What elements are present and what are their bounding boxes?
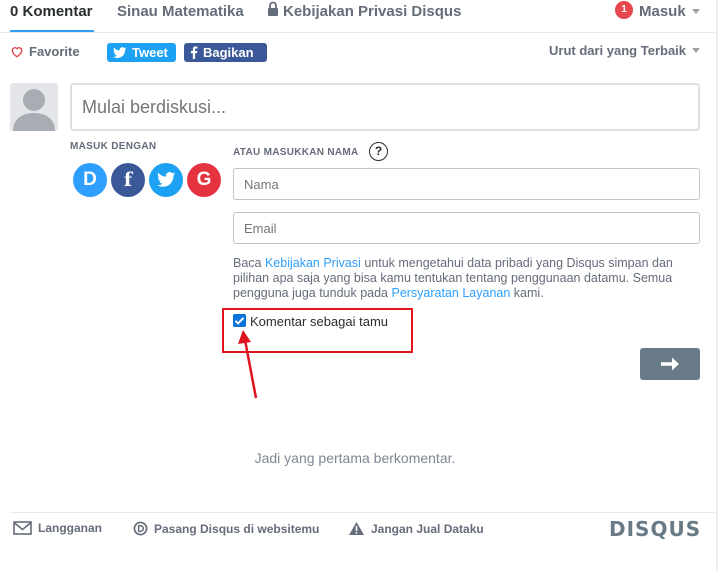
install-label: Pasang Disqus di websitemu	[154, 521, 320, 536]
facebook-share-button[interactable]: Bagikan	[184, 43, 267, 62]
tab-comments[interactable]: 0 Komentar	[10, 3, 93, 20]
heart-icon	[11, 47, 23, 58]
chevron-down-icon[interactable]	[692, 9, 700, 14]
footer-divider	[10, 512, 715, 513]
annotation-arrow-icon	[238, 330, 258, 399]
frame-edge	[716, 0, 718, 570]
login-menu[interactable]: Masuk	[639, 3, 686, 20]
facebook-icon	[190, 46, 198, 59]
or-name-label: ATAU MASUKKAN NAMA	[233, 147, 359, 158]
sort-dropdown[interactable]: Urut dari yang Terbaik	[549, 43, 686, 58]
privacy-notice: Baca Kebijakan Privasi untuk mengetahui …	[233, 256, 703, 301]
subscribe-label: Langganan	[38, 521, 103, 535]
google-login-icon[interactable]: G	[187, 163, 221, 197]
login-with-label: MASUK DENGAN	[70, 141, 157, 152]
install-disqus-link[interactable]: Pasang Disqus di websitemu	[133, 521, 319, 536]
arrow-right-icon	[661, 357, 679, 371]
subscribe-link[interactable]: Langganan	[13, 521, 102, 535]
dont-sell-label: Jangan Jual Dataku	[371, 521, 484, 536]
favorite-button[interactable]: Favorite	[10, 44, 80, 59]
chevron-down-icon[interactable]	[692, 48, 700, 53]
facebook-login-icon[interactable]: f	[111, 163, 145, 197]
nav-divider	[0, 32, 715, 33]
privacy-policy-link[interactable]: Kebijakan Privasi	[265, 256, 361, 270]
disqus-login-icon[interactable]: D	[73, 163, 107, 197]
tweet-label: Tweet	[132, 45, 168, 60]
disqus-icon	[133, 521, 148, 536]
terms-link[interactable]: Persyaratan Layanan	[391, 286, 510, 300]
empty-comments-message: Jadi yang pertama berkomentar.	[254, 450, 456, 466]
email-field[interactable]	[233, 212, 700, 244]
avatar	[10, 83, 58, 131]
user-silhouette-icon	[13, 89, 55, 131]
disqus-logo[interactable]: DISQUS	[609, 517, 701, 541]
policy-text: Baca	[233, 256, 265, 270]
comment-textarea[interactable]	[70, 83, 700, 131]
notification-badge[interactable]: 1	[615, 1, 633, 19]
policy-text: kami.	[510, 286, 544, 300]
twitter-bird-icon	[113, 46, 127, 58]
tab-community[interactable]: Sinau Matematika	[117, 3, 244, 20]
tab-privacy-policy[interactable]: Kebijakan Privasi Disqus	[283, 3, 461, 20]
dont-sell-data-link[interactable]: Jangan Jual Dataku	[348, 521, 484, 536]
envelope-icon	[13, 521, 32, 535]
submit-button[interactable]	[640, 348, 700, 380]
help-icon[interactable]: ?	[369, 142, 388, 161]
twitter-bird-icon	[156, 172, 175, 187]
name-field[interactable]	[233, 168, 700, 200]
favorite-label: Favorite	[29, 44, 80, 59]
lock-icon	[268, 1, 278, 16]
tweet-button[interactable]: Tweet	[107, 43, 176, 62]
share-label: Bagikan	[203, 45, 254, 60]
twitter-login-icon[interactable]	[149, 163, 183, 197]
warning-icon	[349, 522, 364, 535]
